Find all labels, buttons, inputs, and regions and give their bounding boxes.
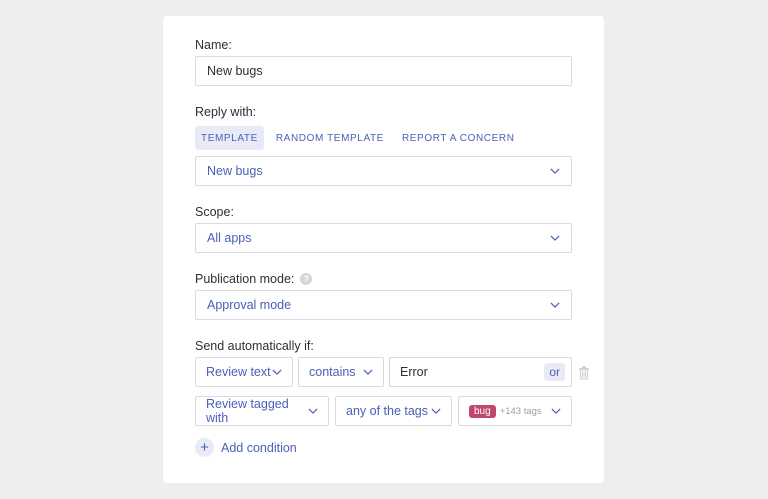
rule-form-card: Name: New bugs Reply with: TEMPLATE RAND…	[163, 16, 604, 483]
name-label-text: Name:	[195, 38, 232, 52]
condition-operator-select[interactable]: any of the tags	[335, 396, 452, 426]
scope-select[interactable]: All apps	[195, 223, 572, 253]
send-condition-label-text: Send automatically if:	[195, 339, 314, 353]
tag-badge: bug	[469, 404, 496, 418]
condition-field-value: Review tagged with	[206, 397, 289, 425]
chevron-down-icon	[550, 300, 560, 310]
chevron-down-icon	[551, 406, 561, 416]
tab-random-template[interactable]: RANDOM TEMPLATE	[270, 126, 390, 150]
template-select-value: New bugs	[207, 164, 263, 178]
chevron-down-icon	[431, 406, 441, 416]
chevron-down-icon	[272, 367, 282, 377]
chevron-down-icon	[308, 406, 318, 416]
publication-select[interactable]: Approval mode	[195, 290, 572, 320]
add-condition-label: Add condition	[221, 440, 297, 455]
tab-template[interactable]: TEMPLATE	[195, 126, 264, 150]
tags-select[interactable]: bug +143 tags	[458, 396, 572, 426]
condition-field-value: Review text	[206, 365, 271, 379]
scope-label-text: Scope:	[195, 205, 234, 219]
reply-tabs: TEMPLATE RANDOM TEMPLATE REPORT A CONCER…	[195, 126, 527, 150]
tab-report-a-concern[interactable]: REPORT A CONCERN	[396, 126, 521, 150]
scope-select-value: All apps	[207, 231, 252, 245]
chevron-down-icon	[363, 367, 373, 377]
or-button[interactable]: or	[544, 363, 565, 381]
scope-label: Scope:	[195, 205, 234, 219]
plus-icon: +	[195, 438, 214, 457]
trash-icon[interactable]	[578, 366, 590, 380]
send-condition-label: Send automatically if:	[195, 339, 314, 353]
name-input[interactable]: New bugs	[195, 56, 572, 86]
condition-field-select[interactable]: Review text	[195, 357, 293, 387]
publication-select-value: Approval mode	[207, 298, 292, 312]
name-label: Name:	[195, 38, 232, 52]
condition-value-text: Error	[400, 365, 428, 379]
publication-label: Publication mode: ?	[195, 272, 313, 286]
question-circle-icon[interactable]: ?	[300, 273, 313, 285]
condition-operator-value: any of the tags	[346, 404, 429, 418]
more-tags-count: +143 tags	[499, 405, 542, 417]
chevron-down-icon	[550, 233, 560, 243]
reply-label-text: Reply with:	[195, 105, 257, 119]
condition-value-input[interactable]: Error or	[389, 357, 572, 387]
publication-label-text: Publication mode:	[195, 272, 295, 286]
template-select[interactable]: New bugs	[195, 156, 572, 186]
tags-select-value: bug +143 tags	[469, 404, 542, 418]
condition-field-select[interactable]: Review tagged with	[195, 396, 329, 426]
chevron-down-icon	[550, 166, 560, 176]
reply-label: Reply with:	[195, 105, 256, 119]
condition-operator-select[interactable]: contains	[298, 357, 384, 387]
name-input-value: New bugs	[207, 64, 263, 78]
add-condition-button[interactable]: + Add condition	[195, 438, 297, 457]
condition-operator-value: contains	[309, 365, 356, 379]
